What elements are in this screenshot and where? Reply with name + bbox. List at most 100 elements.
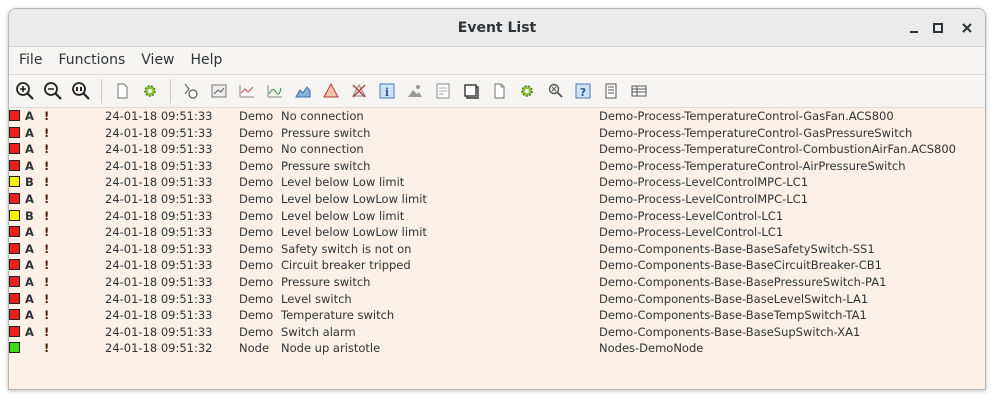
event-source: Demo <box>239 241 274 256</box>
event-priority: A <box>25 258 34 273</box>
event-text: Switch alarm <box>281 324 356 339</box>
event-row[interactable]: A! 24-01-18 09:51:33 Demo Pressure switch De… <box>9 274 985 291</box>
event-source: Demo <box>239 158 274 173</box>
event-priority: A <box>25 308 34 323</box>
note-icon[interactable] <box>431 79 455 103</box>
event-priority: B <box>25 208 34 223</box>
event-row[interactable]: ! 24-01-18 09:51:32 Node Node up aristotle N… <box>9 340 985 357</box>
event-alert-mark: ! <box>44 308 50 323</box>
title-bar[interactable]: Event List <box>9 9 985 47</box>
event-time: 24-01-18 09:51:33 <box>105 208 213 223</box>
severity-indicator <box>9 226 20 238</box>
event-object: Demo-Process-TemperatureControl-AirPress… <box>599 158 906 173</box>
event-text: Level below LowLow limit <box>281 191 427 206</box>
event-text: Pressure switch <box>281 158 371 173</box>
event-source: Demo <box>239 125 274 140</box>
trend-icon[interactable] <box>235 79 259 103</box>
event-text: Circuit breaker tripped <box>281 258 411 273</box>
image-icon[interactable] <box>403 79 427 103</box>
history-icon[interactable] <box>179 79 203 103</box>
event-row[interactable]: A! 24-01-18 09:51:33 Demo No connection Demo… <box>9 108 985 125</box>
document-icon[interactable] <box>110 79 134 103</box>
trend-curve-icon[interactable] <box>263 79 287 103</box>
zoom-out-icon[interactable] <box>41 79 65 103</box>
menu-view[interactable]: View <box>133 47 182 74</box>
settings-gear-icon[interactable] <box>515 79 539 103</box>
event-priority: A <box>25 324 34 339</box>
event-object: Demo-Process-LevelControl-LC1 <box>599 225 784 240</box>
event-row[interactable]: B! 24-01-18 09:51:33 Demo Level below Low l… <box>9 208 985 225</box>
help-icon[interactable]: ? <box>571 79 595 103</box>
event-row[interactable]: A! 24-01-18 09:51:33 Demo Circuit breaker t… <box>9 257 985 274</box>
zoom-in-icon[interactable] <box>13 79 37 103</box>
list-icon[interactable] <box>599 79 623 103</box>
event-row[interactable]: A! 24-01-18 09:51:33 Demo Pressure switch De… <box>9 125 985 142</box>
event-text: No connection <box>281 142 364 157</box>
window-icon[interactable] <box>459 79 483 103</box>
severity-indicator <box>9 275 20 287</box>
event-row[interactable]: A! 24-01-18 09:51:33 Demo Temperature switc… <box>9 307 985 324</box>
severity-indicator <box>9 110 20 121</box>
copy-document-icon[interactable] <box>487 79 511 103</box>
severity-indicator <box>9 176 20 188</box>
event-object: Demo-Process-TemperatureControl-GasFan.A… <box>599 109 894 123</box>
severity-indicator <box>9 126 20 138</box>
gear-icon[interactable] <box>138 79 162 103</box>
event-row[interactable]: B! 24-01-18 09:51:33 Demo Level below Low l… <box>9 174 985 191</box>
area-chart-icon[interactable] <box>291 79 315 103</box>
event-object: Demo-Process-LevelControlMPC-LC1 <box>599 191 809 206</box>
toolbar: i ? <box>9 75 985 108</box>
graph-icon[interactable] <box>207 79 231 103</box>
event-row[interactable]: A! 24-01-18 09:51:33 Demo Pressure switch De… <box>9 158 985 175</box>
event-row[interactable]: A! 24-01-18 09:51:33 Demo Level below LowLo… <box>9 191 985 208</box>
event-alert-mark: ! <box>44 324 50 339</box>
close-icon[interactable] <box>950 9 984 46</box>
table-icon[interactable] <box>627 79 651 103</box>
event-alert-mark: ! <box>44 341 50 356</box>
event-row[interactable]: A! 24-01-18 09:51:33 Demo No connection Demo… <box>9 141 985 158</box>
event-text: Pressure switch <box>281 125 371 140</box>
event-row[interactable]: A! 24-01-18 09:51:33 Demo Safety switch is … <box>9 241 985 258</box>
event-object: Demo-Components-Base-BasePressureSwitch-… <box>599 274 887 289</box>
event-alert-mark: ! <box>44 241 50 256</box>
event-time: 24-01-18 09:51:33 <box>105 109 213 123</box>
event-alert-mark: ! <box>44 291 50 306</box>
event-row[interactable]: A! 24-01-18 09:51:33 Demo Switch alarm Demo-… <box>9 324 985 341</box>
event-priority: A <box>25 225 34 240</box>
event-priority: A <box>25 191 34 206</box>
severity-indicator <box>9 325 20 337</box>
menu-file[interactable]: File <box>11 47 50 74</box>
event-object: Demo-Process-TemperatureControl-Combusti… <box>599 142 956 157</box>
severity-indicator <box>9 209 20 221</box>
event-text: Safety switch is not on <box>281 241 412 256</box>
event-source: Demo <box>239 191 274 206</box>
search-crossref-icon[interactable] <box>543 79 567 103</box>
delete-icon[interactable] <box>347 79 371 103</box>
info-icon[interactable]: i <box>375 79 399 103</box>
zoom-reset-icon[interactable] <box>69 79 93 103</box>
event-text: Node up aristotle <box>281 341 381 356</box>
svg-text:?: ? <box>580 86 586 99</box>
event-time: 24-01-18 09:51:33 <box>105 142 213 157</box>
menu-bar: File Functions View Help <box>9 47 985 75</box>
event-priority: A <box>25 109 34 123</box>
event-row[interactable]: A! 24-01-18 09:51:33 Demo Level switch Demo-… <box>9 291 985 308</box>
event-alert-mark: ! <box>44 258 50 273</box>
severity-indicator <box>9 259 20 271</box>
event-list[interactable]: A! 24-01-18 09:51:33 Demo No connection Demo… <box>9 108 985 389</box>
warning-triangle-icon[interactable] <box>319 79 343 103</box>
menu-help[interactable]: Help <box>183 47 231 74</box>
event-time: 24-01-18 09:51:33 <box>105 274 213 289</box>
event-text: Temperature switch <box>281 308 395 323</box>
event-text: Level below LowLow limit <box>281 225 427 240</box>
menu-functions[interactable]: Functions <box>50 47 133 74</box>
event-priority: A <box>25 241 34 256</box>
event-priority: A <box>25 158 34 173</box>
severity-indicator <box>9 292 20 304</box>
event-row[interactable]: A! 24-01-18 09:51:33 Demo Level below LowLo… <box>9 224 985 241</box>
toolbar-separator <box>170 79 171 103</box>
event-alert-mark: ! <box>44 175 50 190</box>
event-time: 24-01-18 09:51:33 <box>105 258 213 273</box>
event-time: 24-01-18 09:51:33 <box>105 225 213 240</box>
severity-indicator <box>9 342 20 354</box>
